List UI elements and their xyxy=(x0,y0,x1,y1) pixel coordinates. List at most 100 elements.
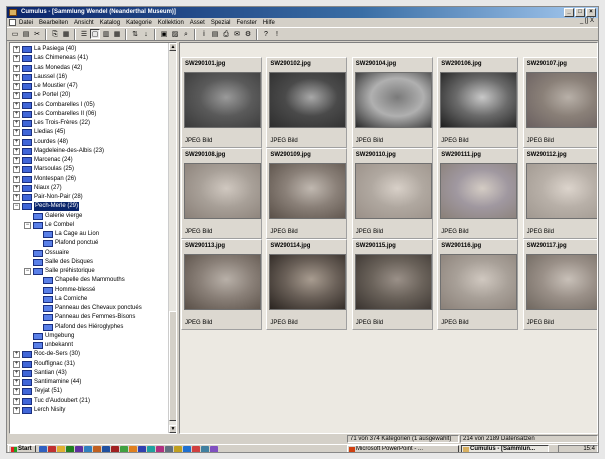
tree-item[interactable]: + Magdeleine-des-Albis (23) xyxy=(13,147,104,156)
expand-icon[interactable]: + xyxy=(13,184,20,192)
tree-item[interactable]: − Le Combel xyxy=(24,221,74,230)
tree-item[interactable]: + Marcenac (24) xyxy=(13,156,73,165)
cave-photo-thumbnail[interactable] xyxy=(184,254,261,310)
image-icon[interactable]: ▨ xyxy=(170,29,180,39)
tree-item[interactable]: + Le Portel (20) xyxy=(13,91,70,100)
thumbnail-view-icon[interactable]: ▢ xyxy=(90,29,100,39)
collapse-icon[interactable]: − xyxy=(24,268,31,275)
asset-thumbnail[interactable]: SW290114.jpg JPEG Bild xyxy=(266,239,348,330)
tree-item[interactable]: + Lerch Nisity xyxy=(13,406,65,415)
menu-fenster[interactable]: Fenster xyxy=(237,20,257,26)
tree-item[interactable]: + Les Combarelles II (06) xyxy=(13,110,96,119)
open-icon[interactable]: ▤ xyxy=(21,29,31,39)
tree-item[interactable]: + Marsoulas (25) xyxy=(13,165,74,174)
quicklaunch-icon[interactable] xyxy=(147,445,155,452)
clock[interactable]: 15:4 xyxy=(583,446,595,452)
cave-photo-thumbnail[interactable] xyxy=(525,254,597,310)
expand-icon[interactable]: + xyxy=(13,46,20,53)
category-tree-panel[interactable]: + La Pasiega (40) + Las Chimeneas (41) + Las … xyxy=(9,42,177,434)
tree-item[interactable]: + Lourdes (48) xyxy=(13,138,68,147)
menu-kollektion[interactable]: Kollektion xyxy=(158,20,184,26)
tree-item[interactable]: + Les Trois-Frères (22) xyxy=(13,119,90,128)
asset-thumbnail[interactable]: SW290104.jpg JPEG Bild xyxy=(351,57,433,148)
cave-photo-thumbnail[interactable] xyxy=(440,72,518,128)
tree-item[interactable]: + Rouffignac (31) xyxy=(13,360,75,369)
details-view-icon[interactable]: ☰ xyxy=(79,29,89,39)
expand-icon[interactable]: + xyxy=(13,175,20,183)
expand-icon[interactable]: + xyxy=(13,64,20,72)
expand-icon[interactable]: + xyxy=(13,360,20,368)
settings-icon[interactable]: ⚙ xyxy=(243,29,253,39)
quicklaunch-icon[interactable] xyxy=(93,445,101,452)
tree-item[interactable]: + Las Monedas (42) xyxy=(13,64,82,73)
catalog-icon[interactable]: ▤ xyxy=(210,29,220,39)
cave-photo-thumbnail[interactable] xyxy=(354,163,432,219)
quicklaunch-icon[interactable] xyxy=(192,445,200,452)
sort-icon[interactable]: ⇅ xyxy=(130,29,140,39)
asset-thumbnail[interactable]: SW290110.jpg JPEG Bild xyxy=(351,148,433,239)
preview-icon[interactable]: ▣ xyxy=(159,29,169,39)
menu-spezial[interactable]: Spezial xyxy=(211,20,231,26)
menu-hilfe[interactable]: Hilfe xyxy=(263,20,275,26)
expand-icon[interactable]: + xyxy=(13,166,20,174)
quicklaunch-icon[interactable] xyxy=(66,445,74,452)
expand-icon[interactable]: + xyxy=(13,138,20,146)
asset-thumbnail[interactable]: SW290116.jpg JPEG Bild xyxy=(437,239,519,330)
tree-item[interactable]: Homme-blessé xyxy=(34,286,95,295)
quicklaunch-icon[interactable] xyxy=(75,445,83,452)
cave-photo-thumbnail[interactable] xyxy=(269,163,347,219)
expand-icon[interactable]: + xyxy=(13,157,20,164)
cave-photo-thumbnail[interactable] xyxy=(440,163,518,219)
scroll-down-arrow-icon[interactable]: ▼ xyxy=(169,425,176,433)
tree-item[interactable]: + Niaux (27) xyxy=(13,184,62,193)
task-cumulus[interactable]: Cumulus - [Sammlun... xyxy=(461,445,549,452)
tree-item[interactable]: + La Pasiega (40) xyxy=(13,45,76,54)
quicklaunch-icon[interactable] xyxy=(84,445,92,452)
expand-icon[interactable]: + xyxy=(13,92,20,100)
asset-thumbnail[interactable]: SW290109.jpg JPEG Bild xyxy=(266,148,348,239)
tree-item[interactable]: + Pair-Non-Pair (28) xyxy=(13,193,83,202)
expand-icon[interactable]: + xyxy=(13,397,20,405)
help-icon[interactable]: ? xyxy=(261,29,271,39)
tree-item[interactable]: + Tuc d'Audoubert (21) xyxy=(13,397,90,406)
asset-thumbnail[interactable]: SW290101.jpg JPEG Bild xyxy=(181,57,262,148)
grid-view-icon[interactable]: ▦ xyxy=(112,29,122,39)
menu-ansicht[interactable]: Ansicht xyxy=(74,20,94,26)
asset-thumbnail[interactable]: SW290117.jpg JPEG Bild xyxy=(522,239,597,330)
tree-item[interactable]: Galerie vierge xyxy=(24,212,82,221)
quicklaunch-icon[interactable] xyxy=(129,445,137,452)
start-button[interactable]: Start xyxy=(8,445,36,452)
expand-icon[interactable]: + xyxy=(13,379,20,386)
copy-icon[interactable]: ⎘ xyxy=(50,29,60,39)
cave-photo-thumbnail[interactable] xyxy=(269,72,347,128)
expand-icon[interactable]: + xyxy=(13,147,20,155)
quicklaunch-icon[interactable] xyxy=(138,445,146,452)
tree-item[interactable]: Umgebung xyxy=(24,332,74,341)
expand-icon[interactable]: + xyxy=(13,55,20,63)
sort-desc-icon[interactable]: ↓ xyxy=(141,29,151,39)
expand-icon[interactable]: + xyxy=(13,73,20,81)
close-button[interactable]: × xyxy=(586,8,596,17)
tree-item[interactable]: Salle des Disques xyxy=(24,258,93,267)
maximize-button[interactable]: □ xyxy=(575,8,585,17)
list-view-icon[interactable]: ▥ xyxy=(101,29,111,39)
collapse-icon[interactable]: − xyxy=(13,203,20,211)
expand-icon[interactable]: + xyxy=(13,351,20,359)
minimize-button[interactable]: _ xyxy=(564,8,574,17)
expand-icon[interactable]: + xyxy=(13,110,20,118)
expand-icon[interactable]: + xyxy=(13,101,20,109)
cave-photo-thumbnail[interactable] xyxy=(184,163,261,219)
title-bar[interactable]: Cumulus - [Sammlung Wendel (Neanderthal … xyxy=(7,7,598,18)
tree-item[interactable]: + Santian (43) xyxy=(13,369,67,378)
asset-thumbnail[interactable]: SW290115.jpg JPEG Bild xyxy=(351,239,433,330)
tree-item[interactable]: Panneau des Femmes-Bisons xyxy=(34,313,135,322)
quicklaunch-icon[interactable] xyxy=(39,445,47,452)
menu-bearbeiten[interactable]: Bearbeiten xyxy=(39,20,68,26)
expand-icon[interactable]: + xyxy=(13,369,20,377)
quicklaunch-icon[interactable] xyxy=(111,445,119,452)
cave-photo-thumbnail[interactable] xyxy=(354,254,432,310)
expand-icon[interactable]: + xyxy=(13,194,20,201)
tree-item[interactable]: Panneau des Chevaux ponctués xyxy=(34,304,142,313)
pin-icon[interactable]: ! xyxy=(272,29,282,39)
quicklaunch-icon[interactable] xyxy=(57,445,65,452)
